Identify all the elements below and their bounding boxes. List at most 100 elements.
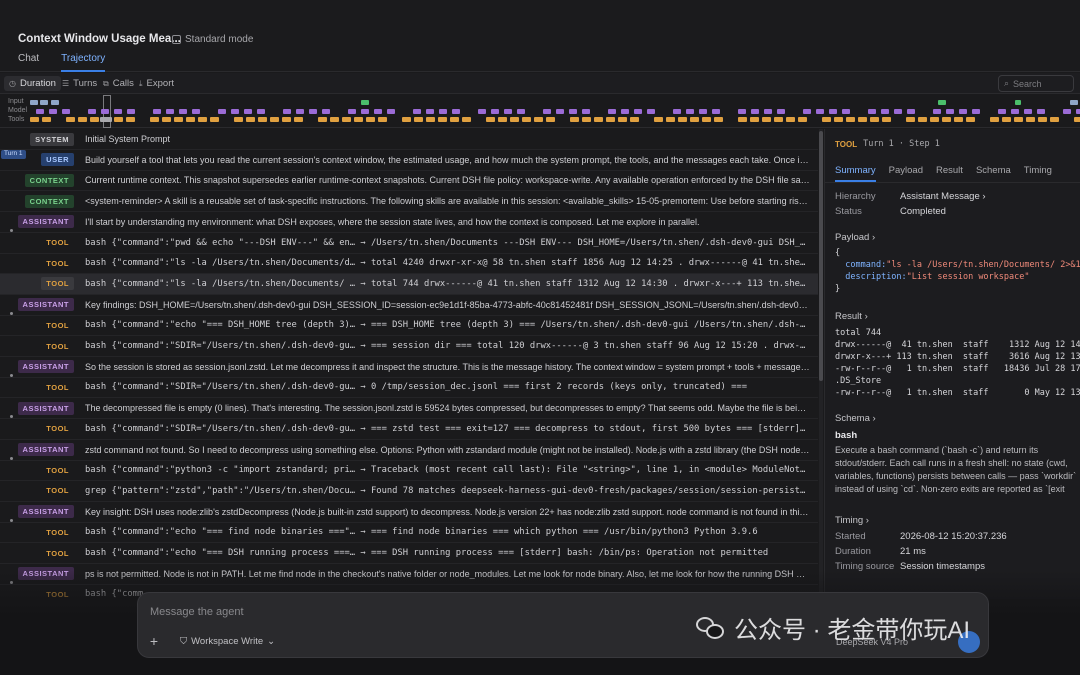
export-label: Export <box>146 78 175 89</box>
timeline-mark <box>296 109 304 114</box>
timeline-mark <box>294 117 303 122</box>
timeline-mark <box>258 117 267 122</box>
timeline-mark <box>712 109 720 114</box>
timeline-mark <box>569 109 577 114</box>
timeline-mark <box>231 109 239 114</box>
trajectory-row[interactable]: TOOL bash {"command":"echo "=== find node… <box>0 522 818 544</box>
turns-button[interactable]: ☰ Turns <box>57 76 102 91</box>
trajectory-row[interactable]: TOOL bash {"command":"echo "=== DSH runni… <box>0 543 818 564</box>
list-scroll-thumb[interactable] <box>819 131 823 381</box>
detail-tab-payload[interactable]: Payload <box>889 165 923 182</box>
timeline-mark <box>522 117 531 122</box>
timeline-mark <box>750 117 759 122</box>
detail-tab-result[interactable]: Result <box>936 165 963 182</box>
timeline-mark <box>426 109 434 114</box>
trajectory-row[interactable]: TOOL bash {"command":"python3 -c "import … <box>0 460 818 482</box>
trajectory-row[interactable]: Turn 1 USER Build yourself a tool that let… <box>0 149 818 171</box>
trajectory-row[interactable]: TOOL bash {"command":"ls -la /Users/tn.sh… <box>0 253 818 275</box>
trajectory-row[interactable]: ASSISTANT The decompressed file is empty … <box>0 398 818 420</box>
timeline-mark <box>608 109 616 114</box>
payload-command-key: command: <box>845 260 887 270</box>
timing-section-title[interactable]: Timing › <box>835 515 869 526</box>
timeline-mark <box>244 109 252 114</box>
trajectory-row[interactable]: TOOL grep {"pattern":"zstd","path":"/User… <box>0 481 818 502</box>
schema-description: Execute a bash command (`bash -c`) and r… <box>835 445 1077 494</box>
role-badge: ASSISTANT <box>17 443 74 456</box>
result-section-title[interactable]: Result › <box>835 311 868 322</box>
timeline-mark <box>1024 109 1032 114</box>
calls-icon: ⧉ <box>103 78 109 88</box>
duration-button[interactable]: ◷ Duration <box>4 76 61 91</box>
timeline-mark <box>126 117 135 122</box>
row-text: bash {"command":"ls -la /Users/tn.shen/D… <box>85 258 810 269</box>
timeline-mark <box>452 109 460 114</box>
timeline-mark <box>690 117 699 122</box>
list-icon: ☰ <box>62 79 70 88</box>
trajectory-row[interactable]: TOOL bash {"command":"pwd && echo "---DSH… <box>0 233 818 254</box>
timeline-mark <box>846 117 855 122</box>
role-badge: TOOL <box>46 486 69 496</box>
trajectory-row[interactable]: ASSISTANT I'll start by understanding my … <box>0 212 818 233</box>
trajectory-row[interactable]: ASSISTANT Key insight: DSH uses node:zlib… <box>0 502 818 523</box>
turn-marker[interactable]: Turn 1 <box>1 149 26 159</box>
message-input[interactable]: Message the agent <box>150 606 244 618</box>
row-text: Build yourself a tool that lets you read… <box>85 154 810 165</box>
result-line: .DS_Store <box>835 376 882 386</box>
timeline-mark <box>1011 109 1019 114</box>
detail-tab-schema[interactable]: Schema <box>976 165 1011 182</box>
trajectory-row[interactable]: ASSISTANT Key findings: DSH_HOME=/Users/t… <box>0 295 818 316</box>
timeline-mark <box>309 109 317 114</box>
trajectory-row[interactable]: CONTEXT Current runtime context. This sna… <box>0 170 818 192</box>
payload-brace-open: { <box>835 248 841 258</box>
trajectory-list: SYSTEM Initial System Prompt Turn 1 USER Bui… <box>0 129 818 599</box>
mode-indicator[interactable]: Standard mode <box>172 34 253 45</box>
timeline-mark <box>918 117 927 122</box>
timeline-mark <box>486 117 495 122</box>
payload-description-value: "List session workspace" <box>906 272 1030 282</box>
role-badge: TOOL <box>46 258 69 268</box>
timeline-mark <box>62 109 70 114</box>
timeline-mark <box>1037 109 1045 114</box>
row-text: Key findings: DSH_HOME=/Users/tn.shen/.d… <box>85 299 810 310</box>
trajectory-row[interactable]: ASSISTANT zstd command not found. So I ne… <box>0 440 818 461</box>
timeline-mark <box>282 117 291 122</box>
trajectory-row[interactable]: TOOL bash {"command":"ls -la /Users/tn.sh… <box>0 273 818 295</box>
started-value: 2026-08-12 15:20:37.236 <box>900 531 1007 542</box>
duration-label-detail: Duration <box>835 546 871 557</box>
role-badge: ASSISTANT <box>17 215 74 229</box>
payload-section-title[interactable]: Payload › <box>835 232 875 243</box>
row-text: Initial System Prompt <box>85 134 171 144</box>
detail-tab-summary[interactable]: Summary <box>835 165 876 182</box>
trajectory-row[interactable]: SYSTEM Initial System Prompt <box>0 129 818 150</box>
add-attachment-button[interactable]: + <box>146 633 162 649</box>
tab-chat[interactable]: Chat <box>18 53 39 72</box>
timeline-mark <box>582 109 590 114</box>
detail-header: TOOL Turn 1 · Step 1 <box>835 139 940 149</box>
timeline-mark <box>153 109 161 114</box>
trajectory-row[interactable]: TOOL bash {"command":"SDIR="/Users/tn.she… <box>0 336 818 357</box>
trajectory-row[interactable]: TOOL bash {"command":"SDIR="/Users/tn.she… <box>0 419 818 440</box>
hierarchy-value[interactable]: Assistant Message › <box>900 191 986 202</box>
trajectory-row[interactable]: TOOL bash {"command":"echo "=== DSH_HOME … <box>0 315 818 337</box>
timeline-mark <box>858 117 867 122</box>
search-input[interactable]: ⌕ Search <box>998 75 1074 92</box>
calls-button[interactable]: ⧉ Calls <box>98 76 139 91</box>
detail-tab-timing[interactable]: Timing <box>1024 165 1052 182</box>
result-output: total 744 drwx------@ 41 tn.shen staff 13… <box>835 327 1080 399</box>
role-badge: ASSISTANT <box>17 298 74 312</box>
role-badge: TOOL <box>46 424 69 434</box>
timeline-mark <box>354 117 363 122</box>
export-button[interactable]: ⤓ Export <box>134 76 179 91</box>
mode-icon <box>172 35 181 44</box>
timeline-strip[interactable]: Input Model Tools <box>0 95 1080 128</box>
step-dot <box>10 456 13 460</box>
timeline-mark <box>556 109 564 114</box>
wechat-logo-icon <box>696 615 726 641</box>
session-title[interactable]: Context Window Usage Mea... <box>18 33 181 45</box>
workspace-selector[interactable]: ⛉ Workspace Write ⌄ <box>180 636 275 647</box>
trajectory-row[interactable]: TOOL bash {"command":"SDIR="/Users/tn.she… <box>0 377 818 399</box>
schema-section-title[interactable]: Schema › <box>835 413 876 424</box>
trajectory-row[interactable]: ASSISTANT So the session is stored as ses… <box>0 357 818 378</box>
trajectory-row[interactable]: CONTEXT <system-reminder> A skill is a re… <box>0 191 818 213</box>
tab-trajectory[interactable]: Trajectory <box>61 53 106 72</box>
